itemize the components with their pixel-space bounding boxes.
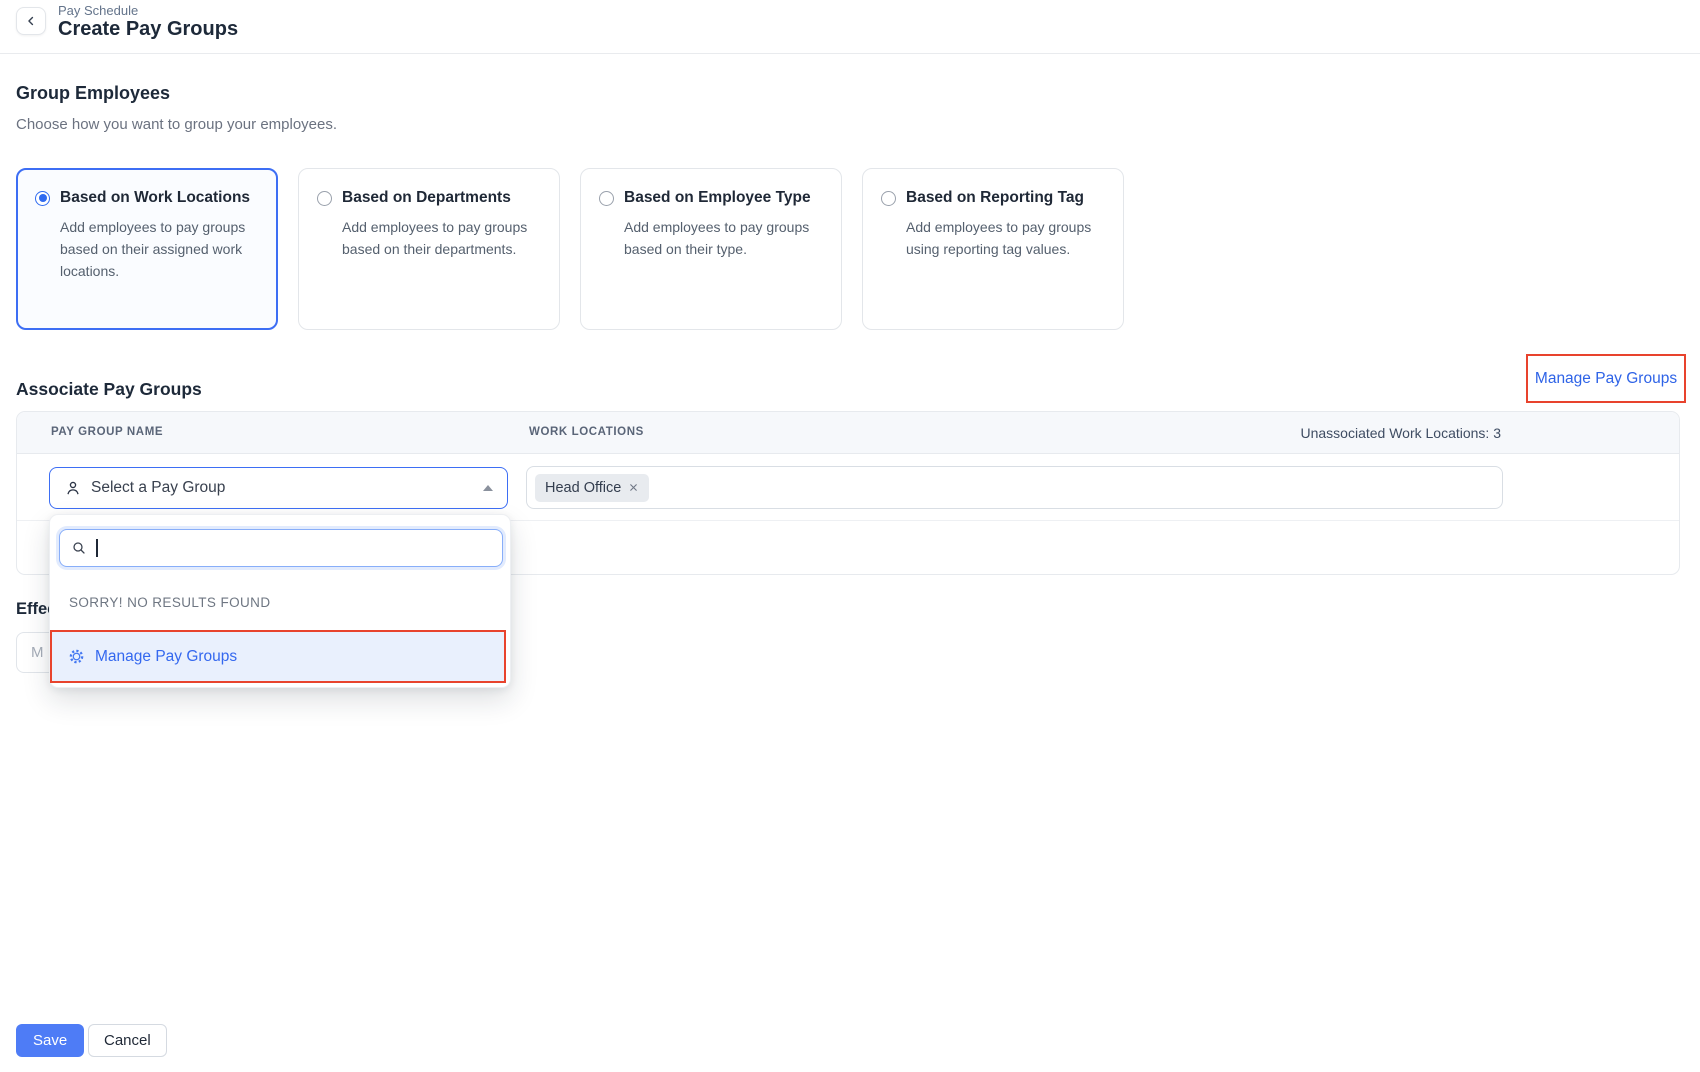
option-description: Add employees to pay groups based on the… xyxy=(60,217,259,283)
no-results-message: SORRY! NO RESULTS FOUND xyxy=(69,595,270,610)
text-cursor xyxy=(96,539,98,557)
work-location-chip: Head Office xyxy=(535,474,649,502)
radio-work-locations[interactable] xyxy=(35,191,50,206)
search-icon xyxy=(71,540,87,556)
work-locations-input[interactable]: Head Office xyxy=(526,466,1503,509)
option-label: Based on Work Locations xyxy=(60,189,250,207)
pay-group-select-placeholder: Select a Pay Group xyxy=(91,479,225,497)
option-card-reporting-tag[interactable]: Based on Reporting Tag Add employees to … xyxy=(862,168,1124,330)
option-card-employee-type[interactable]: Based on Employee Type Add employees to … xyxy=(580,168,842,330)
option-card-departments[interactable]: Based on Departments Add employees to pa… xyxy=(298,168,560,330)
gear-icon xyxy=(68,648,85,665)
chip-label: Head Office xyxy=(545,480,621,496)
back-button[interactable] xyxy=(16,7,46,35)
table-header-row: PAY GROUP NAME WORK LOCATIONS Unassociat… xyxy=(17,412,1679,454)
radio-reporting-tag[interactable] xyxy=(881,191,896,206)
person-icon xyxy=(64,479,82,497)
caret-up-icon xyxy=(483,485,493,491)
option-label: Based on Departments xyxy=(342,189,511,207)
grouping-options: Based on Work Locations Add employees to… xyxy=(16,168,1124,330)
manage-pay-groups-link[interactable]: Manage Pay Groups xyxy=(1535,370,1677,388)
breadcrumb: Pay Schedule xyxy=(58,3,138,18)
pay-group-select[interactable]: Select a Pay Group xyxy=(49,467,508,509)
cancel-button[interactable]: Cancel xyxy=(88,1024,167,1057)
option-description: Add employees to pay groups based on the… xyxy=(624,217,823,261)
pay-group-dropdown: SORRY! NO RESULTS FOUND Manage Pay Group… xyxy=(49,514,511,688)
option-card-work-locations[interactable]: Based on Work Locations Add employees to… xyxy=(16,168,278,330)
manage-pay-groups-option[interactable]: Manage Pay Groups xyxy=(95,648,237,666)
group-employees-subtitle: Choose how you want to group your employ… xyxy=(16,116,337,133)
search-input[interactable] xyxy=(59,529,503,567)
option-description: Add employees to pay groups based on the… xyxy=(342,217,541,261)
annotation-box-manage-pay-groups-option: Manage Pay Groups xyxy=(50,630,506,683)
column-header-work-locations: WORK LOCATIONS xyxy=(529,426,644,438)
header-divider xyxy=(0,53,1700,54)
associate-pay-groups-heading: Associate Pay Groups xyxy=(16,379,202,400)
column-header-pay-group-name: PAY GROUP NAME xyxy=(51,426,163,438)
option-label: Based on Reporting Tag xyxy=(906,189,1084,207)
chevron-left-icon xyxy=(24,14,38,28)
close-icon[interactable] xyxy=(628,482,639,493)
radio-employee-type[interactable] xyxy=(599,191,614,206)
annotation-box-manage-pay-groups-link: Manage Pay Groups xyxy=(1526,354,1686,403)
save-button[interactable]: Save xyxy=(16,1024,84,1057)
group-employees-heading: Group Employees xyxy=(16,83,170,104)
page-title: Create Pay Groups xyxy=(58,18,238,41)
option-description: Add employees to pay groups using report… xyxy=(906,217,1105,261)
radio-departments[interactable] xyxy=(317,191,332,206)
effective-date-placeholder: M xyxy=(31,644,44,661)
option-label: Based on Employee Type xyxy=(624,189,811,207)
unassociated-work-locations-count: Unassociated Work Locations: 3 xyxy=(1300,425,1501,441)
